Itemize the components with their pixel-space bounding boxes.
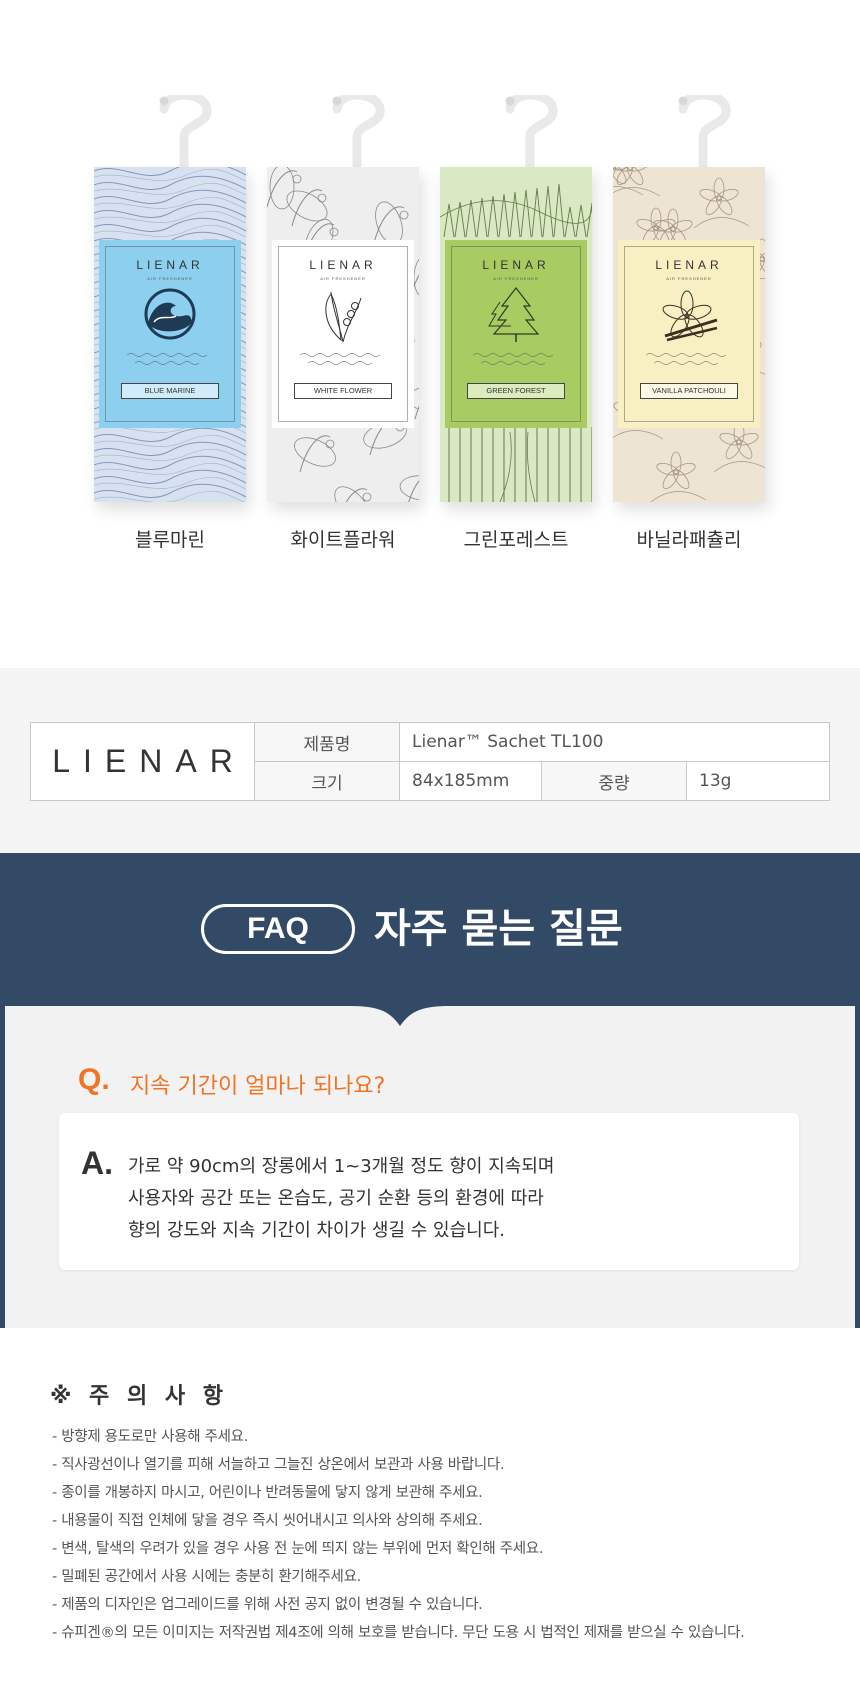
- vanilla-flower-icon: [662, 290, 718, 342]
- package-label: LIENAR AIR FRESHENER GREEN FOREST: [445, 240, 587, 428]
- faq-notch: [350, 1006, 450, 1026]
- question-mark-label: Q.: [78, 1063, 110, 1096]
- label-brand-sub: AIR FRESHENER: [147, 276, 193, 281]
- faq-badge: FAQ: [201, 904, 355, 954]
- script-decoration: [299, 353, 381, 365]
- sachet-package: LIENAR AIR FRESHENER BLUE MARINE: [94, 167, 246, 502]
- spec-label-name: 제품명: [254, 722, 400, 762]
- hanger-hook-icon: [678, 95, 731, 175]
- label-brand: LIENAR: [482, 258, 550, 272]
- sachet-package: LIENAR AIR FRESHENER GREEN FOREST: [440, 167, 592, 502]
- script-decoration: [126, 353, 208, 365]
- hanger-hook-icon: [159, 95, 212, 175]
- spec-table: LIENAR 제품명 Lienar™ Sachet TL100 크기 84x18…: [30, 722, 830, 801]
- label-variant: VANILLA PATCHOULI: [640, 383, 738, 399]
- answer-line: 사용자와 공간 또는 온습도, 공기 순환 등의 환경에 따라: [128, 1188, 544, 1209]
- product-card: LIENAR AIR FRESHENER WHITE FLOWER 화이트플라워: [267, 95, 427, 565]
- product-name: 블루마린: [135, 529, 205, 551]
- label-brand: LIENAR: [136, 258, 204, 272]
- hanger-hook-icon: [332, 95, 385, 175]
- faq-question: 지속 기간이 얼마나 되나요?: [130, 1074, 386, 1099]
- hanger-hook-icon: [505, 95, 558, 175]
- faq-title: 자주 묻는 질문: [374, 906, 623, 952]
- caution-item: - 밀폐된 공간에서 사용 시에는 충분히 환기해주세요.: [52, 1569, 361, 1585]
- caution-item: - 내용물이 직접 인체에 닿을 경우 즉시 씻어내시고 의사와 상의해 주세요…: [52, 1513, 483, 1529]
- pine-tree-icon: [488, 287, 540, 342]
- product-card: LIENAR AIR FRESHENER VANILLA PATCHOULI 바…: [613, 95, 773, 565]
- label-brand-sub: AIR FRESHENER: [666, 276, 712, 281]
- label-variant: WHITE FLOWER: [294, 383, 392, 399]
- product-name: 그린포레스트: [463, 529, 569, 551]
- product-card: LIENAR AIR FRESHENER GREEN FOREST 그린포레스트: [440, 95, 600, 565]
- product-lineup: LIENAR AIR FRESHENER BLUE MARINE 블루마린 LI…: [0, 0, 860, 668]
- label-brand-sub: AIR FRESHENER: [493, 276, 539, 281]
- faq-body: Q. 지속 기간이 얼마나 되나요? A. 가로 약 90cm의 장롱에서 1~…: [0, 1006, 860, 1328]
- spec-label-weight: 중량: [541, 761, 687, 801]
- product-name: 화이트플라워: [290, 529, 396, 551]
- sachet-package: LIENAR AIR FRESHENER VANILLA PATCHOULI: [613, 167, 765, 502]
- label-brand-sub: AIR FRESHENER: [320, 276, 366, 281]
- wave-icon: [144, 288, 196, 340]
- label-variant: GREEN FOREST: [467, 383, 565, 399]
- package-label: LIENAR AIR FRESHENER WHITE FLOWER: [272, 240, 414, 428]
- faq-answer: 가로 약 90cm의 장롱에서 1~3개월 정도 향이 지속되며 사용자와 공간…: [128, 1151, 554, 1247]
- spec-value-size: 84x185mm: [399, 761, 542, 801]
- caution-item: - 제품의 디자인은 업그레이드를 위해 사전 공지 없이 변경될 수 있습니다…: [52, 1597, 483, 1613]
- faq-panel: Q. 지속 기간이 얼마나 되나요? A. 가로 약 90cm의 장롱에서 1~…: [5, 1006, 855, 1328]
- lily-of-the-valley-icon: [325, 291, 362, 343]
- caution-list: - 방향제 용도로만 사용해 주세요. - 직사광선이나 열기를 피해 서늘하고…: [52, 1423, 745, 1647]
- brand-logo-text: LIENAR: [52, 743, 246, 779]
- script-decoration: [472, 353, 554, 365]
- product-name: 바닐라패츌리: [636, 529, 742, 551]
- spec-section: LIENAR 제품명 Lienar™ Sachet TL100 크기 84x18…: [0, 668, 860, 853]
- spec-value-name: Lienar™ Sachet TL100: [399, 722, 830, 762]
- caution-item: - 슈피겐®의 모든 이미지는 저작권법 제4조에 의해 보호를 받습니다. 무…: [52, 1625, 745, 1641]
- caution-item: - 방향제 용도로만 사용해 주세요.: [52, 1429, 248, 1445]
- answer-box: A. 가로 약 90cm의 장롱에서 1~3개월 정도 향이 지속되며 사용자와…: [59, 1113, 799, 1270]
- product-card: LIENAR AIR FRESHENER BLUE MARINE 블루마린: [94, 95, 254, 565]
- spec-value-weight: 13g: [686, 761, 830, 801]
- spec-label-size: 크기: [254, 761, 400, 801]
- label-brand: LIENAR: [309, 258, 377, 272]
- package-label: LIENAR AIR FRESHENER BLUE MARINE: [99, 240, 241, 428]
- label-brand: LIENAR: [655, 258, 723, 272]
- caution-title: ※ 주 의 사 항: [50, 1384, 228, 1409]
- caution-section: ※ 주 의 사 항 - 방향제 용도로만 사용해 주세요. - 직사광선이나 열…: [0, 1328, 860, 1683]
- answer-mark-label: A.: [81, 1145, 113, 1181]
- script-decoration: [645, 353, 727, 365]
- caution-item: - 변색, 탈색의 우려가 있을 경우 사용 전 눈에 띄지 않는 부위에 먼저…: [52, 1541, 544, 1557]
- sachet-package: LIENAR AIR FRESHENER WHITE FLOWER: [267, 167, 419, 502]
- caution-item: - 직사광선이나 열기를 피해 서늘하고 그늘진 상온에서 보관과 사용 바랍니…: [52, 1457, 505, 1473]
- caution-item: - 종이를 개봉하지 마시고, 어린이나 반려동물에 닿지 않게 보관해 주세요…: [52, 1485, 483, 1501]
- package-label: LIENAR AIR FRESHENER VANILLA PATCHOULI: [618, 240, 760, 428]
- brand-logo: LIENAR: [30, 722, 255, 801]
- faq-header: FAQ 자주 묻는 질문: [0, 853, 860, 1006]
- answer-line: 향의 강도와 지속 기간이 차이가 생길 수 있습니다.: [128, 1220, 505, 1241]
- label-variant: BLUE MARINE: [121, 383, 219, 399]
- answer-line: 가로 약 90cm의 장롱에서 1~3개월 정도 향이 지속되며: [128, 1156, 555, 1177]
